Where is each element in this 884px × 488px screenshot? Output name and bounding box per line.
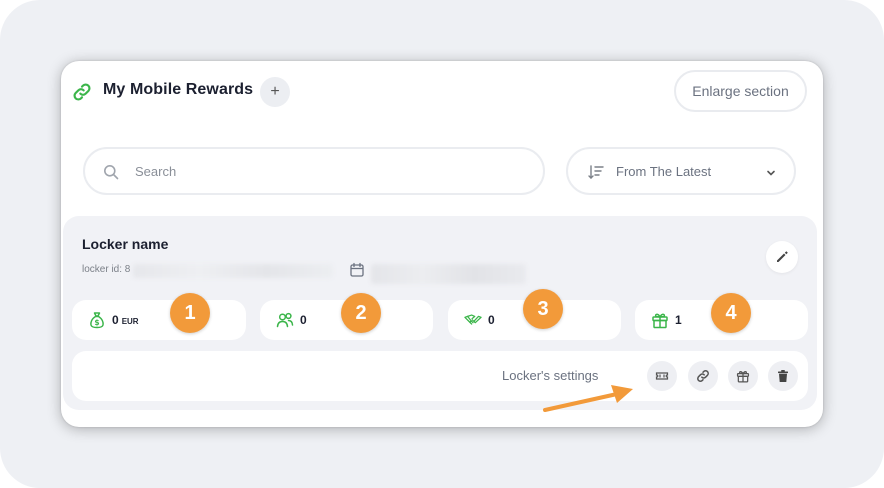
users-icon bbox=[276, 312, 294, 328]
add-button[interactable]: + bbox=[260, 77, 290, 107]
stat-partners: 0 3 bbox=[448, 289, 621, 340]
sort-icon bbox=[588, 165, 604, 179]
money-bag-icon: $ bbox=[90, 312, 104, 329]
pencil-icon bbox=[777, 251, 788, 262]
handshake-icon bbox=[464, 314, 482, 325]
calendar-icon bbox=[350, 262, 364, 277]
search-placeholder: Search bbox=[135, 164, 177, 179]
svg-text:$: $ bbox=[94, 318, 99, 327]
callout-badge: 1 bbox=[170, 293, 210, 333]
stat-value: 0 bbox=[488, 313, 495, 327]
settings-label: Locker's settings bbox=[502, 368, 599, 383]
rewards-card: My Mobile Rewards + Enlarge section Sear… bbox=[61, 61, 823, 427]
locker-name: Locker name bbox=[82, 236, 169, 252]
delete-button[interactable] bbox=[768, 361, 798, 391]
search-icon bbox=[104, 165, 119, 180]
sort-select[interactable]: From The Latest bbox=[566, 147, 796, 195]
gift-icon bbox=[736, 370, 750, 383]
edit-button[interactable] bbox=[766, 241, 798, 273]
page-title: My Mobile Rewards bbox=[103, 81, 254, 98]
card-header: My Mobile Rewards + Enlarge section bbox=[61, 61, 823, 123]
sort-label: From The Latest bbox=[616, 164, 712, 179]
stat-gifts: 1 4 bbox=[635, 293, 808, 340]
locker-id: locker id: 8 bbox=[82, 264, 131, 275]
date-redacted bbox=[371, 264, 526, 284]
chevron-down-icon bbox=[767, 170, 775, 176]
locker-item: Locker name locker id: 8 $ 0 EUR 1 0 2 0… bbox=[63, 216, 817, 410]
annotation-arrow bbox=[543, 385, 633, 412]
stat-value: 0 EUR bbox=[112, 313, 139, 327]
enlarge-section-button[interactable]: Enlarge section bbox=[674, 70, 807, 112]
copy-link-button[interactable] bbox=[688, 361, 718, 391]
ticket-button[interactable] bbox=[647, 361, 677, 391]
callout-badge: 2 bbox=[341, 293, 381, 333]
trash-icon bbox=[778, 370, 788, 382]
rewards-button[interactable] bbox=[728, 361, 758, 391]
locker-settings-bar: Locker's settings bbox=[72, 351, 808, 401]
gift-icon bbox=[652, 313, 668, 329]
stat-revenue: $ 0 EUR 1 bbox=[72, 293, 246, 340]
callout-badge: 4 bbox=[711, 293, 751, 333]
stat-value: 0 bbox=[300, 313, 307, 327]
stat-value: 1 bbox=[675, 313, 682, 327]
stat-users: 0 2 bbox=[260, 293, 433, 340]
link-icon bbox=[73, 83, 91, 101]
callout-badge: 3 bbox=[523, 289, 563, 329]
ticket-icon bbox=[655, 372, 669, 380]
link-icon bbox=[697, 370, 709, 382]
search-input[interactable]: Search bbox=[83, 147, 545, 195]
locker-id-redacted bbox=[133, 264, 333, 278]
